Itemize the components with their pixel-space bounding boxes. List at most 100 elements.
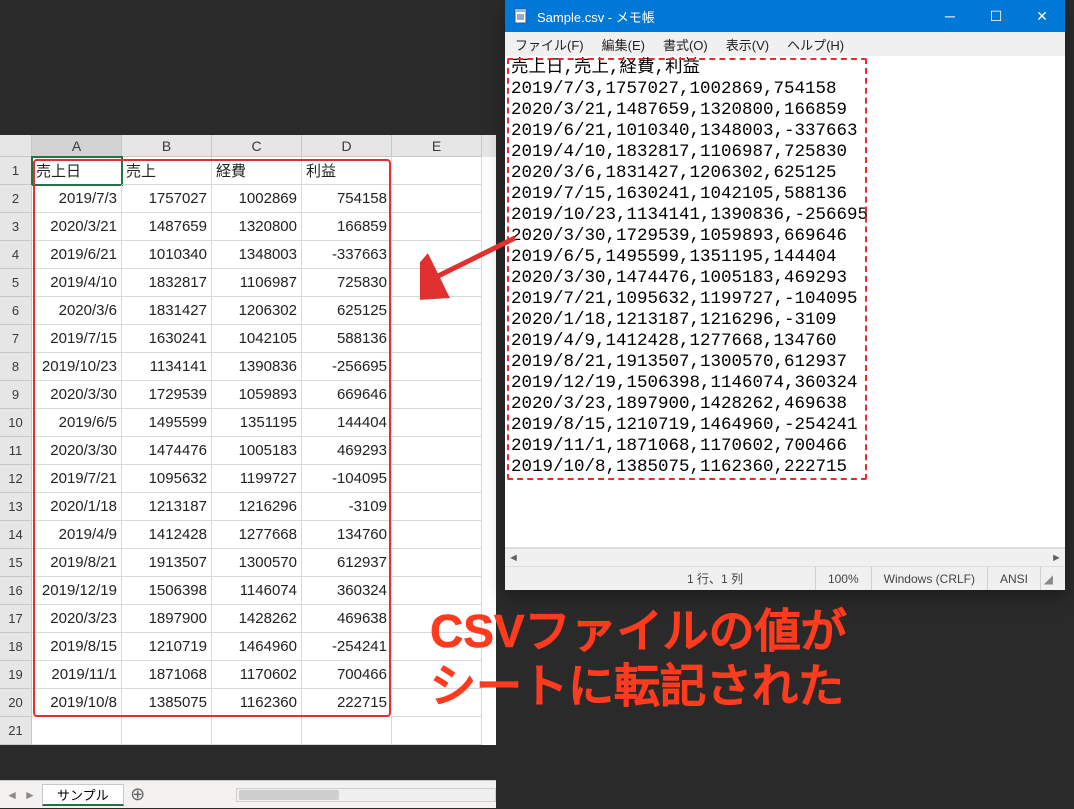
cell[interactable]: 1320800 bbox=[212, 213, 302, 241]
cell[interactable]: 612937 bbox=[302, 549, 392, 577]
cell[interactable]: 1351195 bbox=[212, 409, 302, 437]
cell[interactable]: 166859 bbox=[302, 213, 392, 241]
row-header[interactable]: 18 bbox=[0, 633, 32, 661]
cell[interactable]: 2019/7/3 bbox=[32, 185, 122, 213]
menu-help[interactable]: ヘルプ(H) bbox=[785, 35, 846, 54]
row-header[interactable]: 15 bbox=[0, 549, 32, 577]
cell[interactable]: 1005183 bbox=[212, 437, 302, 465]
cell[interactable]: -104095 bbox=[302, 465, 392, 493]
cell[interactable]: 2019/7/21 bbox=[32, 465, 122, 493]
minimize-button[interactable]: ─ bbox=[927, 0, 973, 32]
cell[interactable]: 売上 bbox=[122, 157, 212, 185]
cell[interactable]: 2019/10/8 bbox=[32, 689, 122, 717]
cell[interactable]: 1487659 bbox=[122, 213, 212, 241]
row-header[interactable]: 21 bbox=[0, 717, 32, 745]
menu-edit[interactable]: 編集(E) bbox=[600, 35, 647, 54]
select-all-cell[interactable] bbox=[0, 135, 32, 157]
cell[interactable]: 1095632 bbox=[122, 465, 212, 493]
cell[interactable]: 2019/6/5 bbox=[32, 409, 122, 437]
cell[interactable]: 経費 bbox=[212, 157, 302, 185]
resize-grip-icon[interactable]: ◢ bbox=[1040, 567, 1065, 590]
cell[interactable]: 1464960 bbox=[212, 633, 302, 661]
row-header[interactable]: 8 bbox=[0, 353, 32, 381]
menu-view[interactable]: 表示(V) bbox=[724, 35, 771, 54]
row-header[interactable]: 9 bbox=[0, 381, 32, 409]
cell[interactable]: 1059893 bbox=[212, 381, 302, 409]
cell[interactable]: 1390836 bbox=[212, 353, 302, 381]
cell[interactable]: 2019/11/1 bbox=[32, 661, 122, 689]
cell[interactable] bbox=[392, 409, 482, 437]
maximize-button[interactable]: ☐ bbox=[973, 0, 1019, 32]
row-header[interactable]: 20 bbox=[0, 689, 32, 717]
sheet-tab-nav[interactable]: ◄ ► bbox=[0, 788, 42, 802]
row-header[interactable]: 19 bbox=[0, 661, 32, 689]
cell[interactable]: 134760 bbox=[302, 521, 392, 549]
row-header[interactable]: 2 bbox=[0, 185, 32, 213]
cell[interactable]: 2019/12/19 bbox=[32, 577, 122, 605]
cell[interactable]: 1385075 bbox=[122, 689, 212, 717]
cell[interactable]: 1216296 bbox=[212, 493, 302, 521]
cell[interactable]: 1913507 bbox=[122, 549, 212, 577]
cell[interactable] bbox=[392, 549, 482, 577]
cell[interactable]: 1832817 bbox=[122, 269, 212, 297]
row-header[interactable]: 13 bbox=[0, 493, 32, 521]
cell[interactable]: 2020/1/18 bbox=[32, 493, 122, 521]
menu-format[interactable]: 書式(O) bbox=[661, 35, 710, 54]
cell[interactable] bbox=[212, 717, 302, 745]
cell[interactable]: 1831427 bbox=[122, 297, 212, 325]
cell[interactable] bbox=[392, 493, 482, 521]
row-header[interactable]: 10 bbox=[0, 409, 32, 437]
cell[interactable]: 2020/3/30 bbox=[32, 381, 122, 409]
cell[interactable]: 1162360 bbox=[212, 689, 302, 717]
row-header[interactable]: 17 bbox=[0, 605, 32, 633]
notepad-titlebar[interactable]: Sample.csv - メモ帳 ─ ☐ ✕ bbox=[505, 0, 1065, 32]
cell[interactable] bbox=[392, 157, 482, 185]
row-header[interactable]: 3 bbox=[0, 213, 32, 241]
cell[interactable]: 1729539 bbox=[122, 381, 212, 409]
cell[interactable] bbox=[392, 297, 482, 325]
cell[interactable]: -256695 bbox=[302, 353, 392, 381]
row-header[interactable]: 16 bbox=[0, 577, 32, 605]
cell[interactable]: 1506398 bbox=[122, 577, 212, 605]
row-header[interactable]: 6 bbox=[0, 297, 32, 325]
cell[interactable]: 469293 bbox=[302, 437, 392, 465]
cell[interactable] bbox=[122, 717, 212, 745]
cell[interactable]: 1757027 bbox=[122, 185, 212, 213]
cell[interactable] bbox=[392, 437, 482, 465]
cell[interactable]: 2019/8/21 bbox=[32, 549, 122, 577]
row-header[interactable]: 1 bbox=[0, 157, 32, 185]
row-header[interactable]: 14 bbox=[0, 521, 32, 549]
cell[interactable]: 1170602 bbox=[212, 661, 302, 689]
cell[interactable] bbox=[32, 717, 122, 745]
cell[interactable]: 469638 bbox=[302, 605, 392, 633]
cell[interactable]: 1134141 bbox=[122, 353, 212, 381]
cell[interactable]: 144404 bbox=[302, 409, 392, 437]
cell[interactable]: 588136 bbox=[302, 325, 392, 353]
cell[interactable] bbox=[392, 577, 482, 605]
row-header[interactable]: 11 bbox=[0, 437, 32, 465]
cell[interactable]: 2019/7/15 bbox=[32, 325, 122, 353]
cell[interactable] bbox=[392, 717, 482, 745]
cell[interactable]: 1002869 bbox=[212, 185, 302, 213]
cell[interactable] bbox=[392, 521, 482, 549]
cell[interactable]: 1213187 bbox=[122, 493, 212, 521]
cell[interactable]: 1210719 bbox=[122, 633, 212, 661]
cell[interactable]: 360324 bbox=[302, 577, 392, 605]
cell[interactable]: 1348003 bbox=[212, 241, 302, 269]
cell[interactable]: 1199727 bbox=[212, 465, 302, 493]
cell[interactable] bbox=[392, 241, 482, 269]
cell[interactable]: 利益 bbox=[302, 157, 392, 185]
cell[interactable]: 2019/8/15 bbox=[32, 633, 122, 661]
cell[interactable]: 1897900 bbox=[122, 605, 212, 633]
cell[interactable]: 1146074 bbox=[212, 577, 302, 605]
cell[interactable]: 2020/3/23 bbox=[32, 605, 122, 633]
cell[interactable]: 1106987 bbox=[212, 269, 302, 297]
cell[interactable]: 2019/4/10 bbox=[32, 269, 122, 297]
cell[interactable]: 700466 bbox=[302, 661, 392, 689]
cell[interactable] bbox=[392, 325, 482, 353]
cell[interactable]: 1495599 bbox=[122, 409, 212, 437]
new-sheet-button[interactable]: ⊕ bbox=[124, 781, 152, 809]
column-header-B[interactable]: B bbox=[122, 135, 212, 157]
column-header-E[interactable]: E bbox=[392, 135, 482, 157]
column-header-A[interactable]: A bbox=[32, 135, 122, 157]
